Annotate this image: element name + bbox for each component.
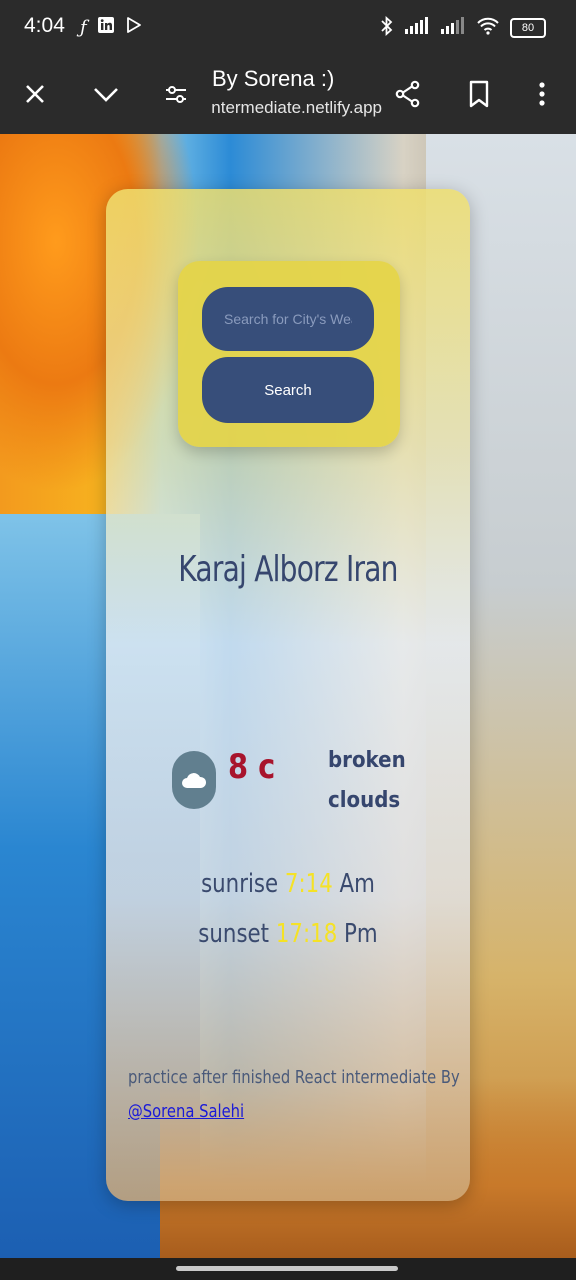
system-icons: 80: [380, 15, 546, 40]
chevron-down-icon[interactable]: [88, 76, 124, 112]
sunrise-row: sunrise 7:14 Am: [139, 869, 437, 899]
status-bar: 4:04 ƒ 80: [0, 0, 576, 56]
linkedin-icon: [97, 16, 115, 38]
signal-icon: [404, 17, 430, 39]
search-button[interactable]: Search: [202, 357, 374, 423]
city-name: Karaj Alborz Iran: [178, 549, 398, 590]
more-vert-icon[interactable]: [524, 76, 560, 112]
share-icon[interactable]: [390, 76, 426, 112]
weather-description: broken clouds: [328, 741, 418, 821]
author-link[interactable]: @Sorena Salehi: [128, 1101, 244, 1122]
signal-icon-2: [440, 17, 466, 39]
page-url[interactable]: react-intermediate.netlify.app: [212, 98, 382, 118]
description-line-2: clouds: [328, 788, 401, 813]
search-box: Search: [178, 261, 400, 447]
footer-text: practice after finished React intermedia…: [128, 1067, 460, 1088]
bluetooth-icon: [380, 15, 394, 40]
facebook-icon: ƒ: [80, 16, 87, 38]
page-title: By Sorena :): [212, 66, 335, 91]
bookmark-icon[interactable]: [461, 76, 497, 112]
status-time: 4:04: [24, 14, 65, 37]
search-input[interactable]: [202, 287, 374, 351]
sunset-label: sunset: [198, 919, 270, 949]
system-nav-bar: [0, 1258, 576, 1280]
description-line-1: broken: [328, 748, 406, 773]
home-gesture-handle[interactable]: [176, 1266, 398, 1271]
sunrise-time: 7:14: [284, 869, 333, 899]
sunrise-suffix: Am: [339, 869, 375, 899]
play-store-icon: [125, 16, 143, 38]
close-icon[interactable]: [17, 76, 53, 112]
sunrise-label: sunrise: [201, 869, 279, 899]
wifi-icon: [476, 17, 500, 39]
battery-icon: 80: [510, 18, 546, 38]
notification-icons: ƒ: [80, 16, 143, 38]
weather-card: Search Karaj Alborz Iran 8 c broken clou…: [106, 189, 470, 1201]
sunset-row: sunset 17:18 Pm: [139, 919, 437, 949]
temperature: 8 c: [228, 747, 276, 787]
sunset-suffix: Pm: [344, 919, 378, 949]
page-settings-icon[interactable]: [158, 76, 194, 112]
page-content: Search Karaj Alborz Iran 8 c broken clou…: [0, 134, 576, 1258]
browser-toolbar: By Sorena :) react-intermediate.netlify.…: [0, 56, 576, 134]
cloud-icon: [172, 751, 216, 809]
sunset-time: 17:18: [275, 919, 338, 949]
